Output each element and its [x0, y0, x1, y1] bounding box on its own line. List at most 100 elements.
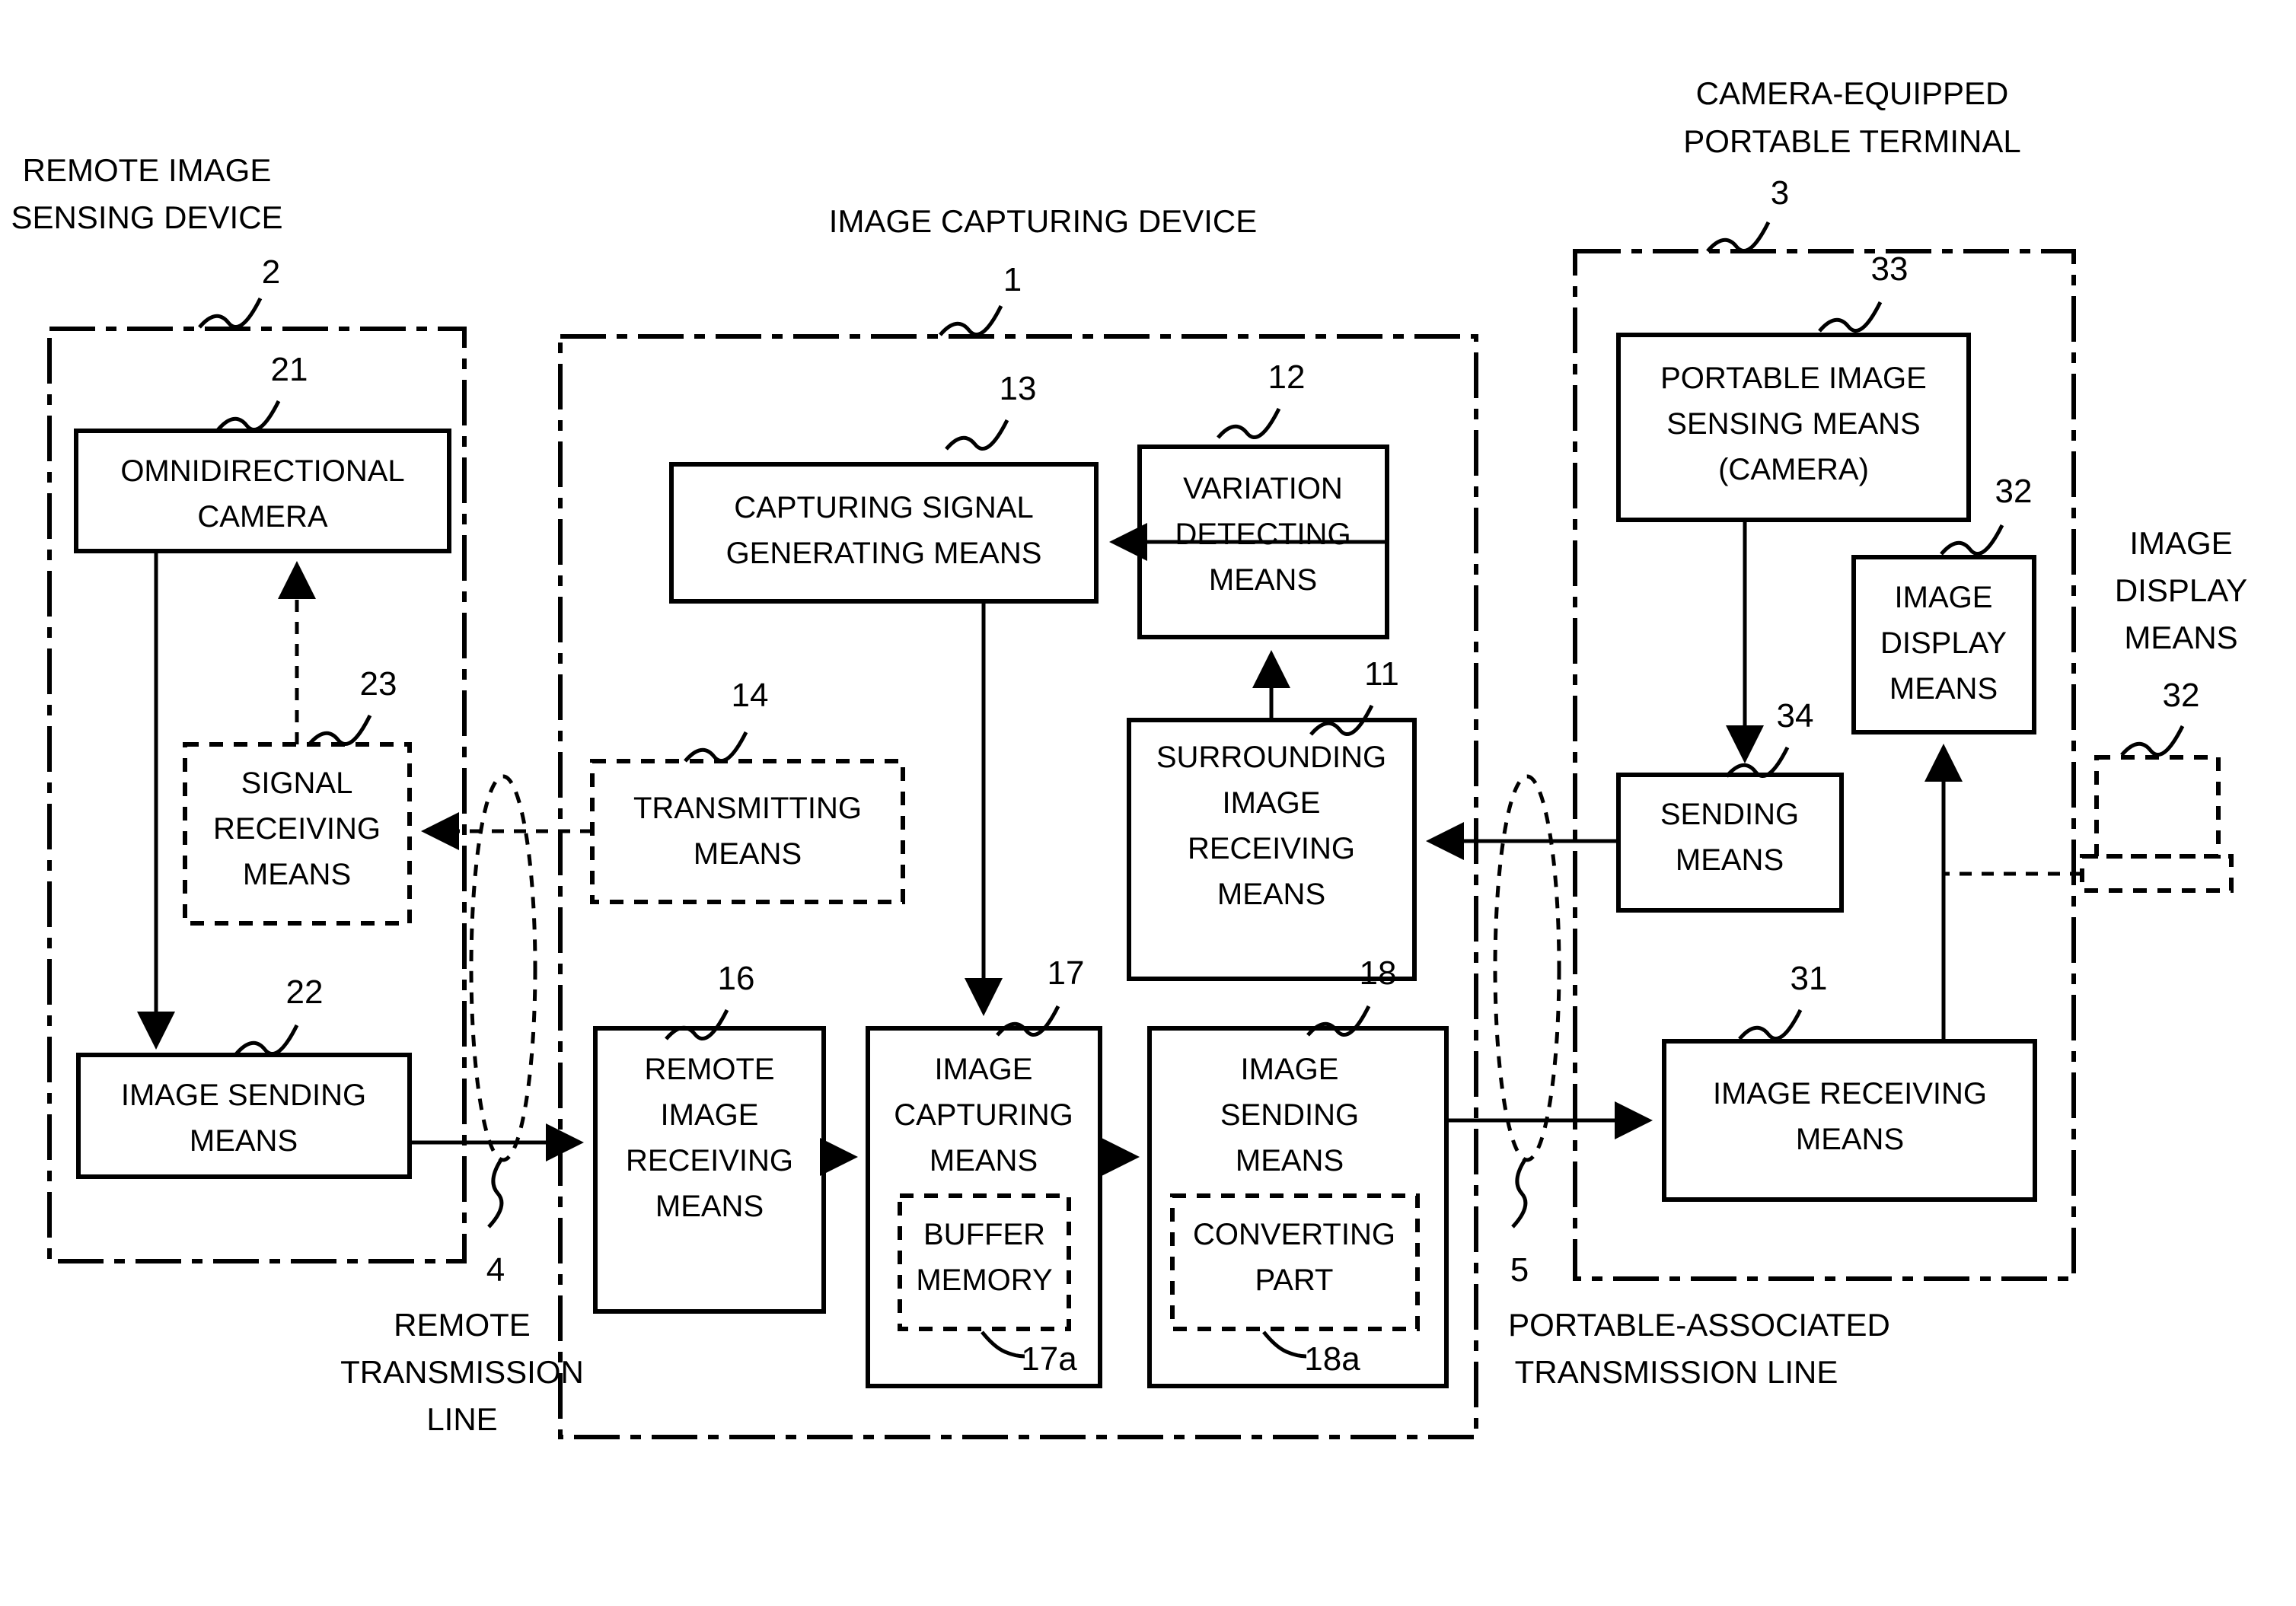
- block-label-11-line1: SURROUNDING: [1156, 741, 1386, 774]
- block-box-17a[interactable]: [898, 1193, 1071, 1331]
- leader-line-18a: [1262, 1330, 1307, 1359]
- leader-line-34: [1725, 746, 1790, 778]
- block-label-32-line2: DISPLAY: [1880, 626, 2007, 660]
- ref-number-31: 31: [1791, 960, 1828, 997]
- ref-number-14: 14: [732, 677, 769, 714]
- external-label-line3: MEANS: [2124, 620, 2237, 655]
- group-title-capture: IMAGE CAPTURING DEVICE: [829, 203, 1257, 239]
- ref-number-12: 12: [1268, 358, 1306, 396]
- block-label-17a-line1: BUFFER: [923, 1218, 1045, 1251]
- block-label-13-line1: CAPTURING SIGNAL: [734, 491, 1033, 524]
- leader-line-32-external: [2120, 725, 2185, 757]
- block-box-34[interactable]: [1616, 773, 1844, 913]
- block-image-sending-means-18[interactable]: 18 IMAGE SENDING MEANS CONVERTING PART 1…: [1147, 954, 1449, 1388]
- block-label-14-line2: MEANS: [694, 837, 802, 871]
- block-capturing-signal-generating-means[interactable]: 13 CAPTURING SIGNAL GENERATING MEANS: [669, 370, 1099, 604]
- leader-line-18: [1306, 1005, 1371, 1037]
- block-label-11-line2: IMAGE: [1223, 786, 1321, 820]
- block-image-sending-means-22[interactable]: 22 IMAGE SENDING MEANS: [76, 973, 412, 1179]
- ref-number-21: 21: [271, 351, 308, 388]
- ref-number-16: 16: [718, 960, 755, 997]
- leader-line-16: [665, 1009, 729, 1040]
- leader-line-22: [234, 1024, 299, 1056]
- monitor-base-icon: [2080, 854, 2234, 893]
- block-label-11-line3: RECEIVING: [1188, 832, 1355, 865]
- block-box-18a[interactable]: [1170, 1193, 1420, 1331]
- block-label-32-line3: MEANS: [1889, 672, 1998, 706]
- block-portable-image-sensing-means[interactable]: 33 PORTABLE IMAGE SENSING MEANS (CAMERA): [1616, 250, 1971, 522]
- ref-number-17: 17: [1048, 954, 1085, 992]
- ref-number-3: 3: [1771, 174, 1789, 212]
- block-label-17-line2: CAPTURING: [894, 1098, 1073, 1132]
- group-title-remote-line2: SENSING DEVICE: [11, 199, 282, 235]
- block-remote-image-receiving-means[interactable]: 16 REMOTE IMAGE RECEIVING MEANS: [593, 960, 826, 1314]
- block-label-12-line1: VARIATION: [1183, 472, 1343, 505]
- block-box-22[interactable]: [76, 1053, 412, 1179]
- leader-line-13: [945, 419, 1009, 451]
- block-label-33-line1: PORTABLE IMAGE: [1660, 362, 1927, 395]
- leader-line-5: [1511, 1158, 1528, 1228]
- block-label-21-line2: CAMERA: [197, 500, 327, 534]
- block-label-32-line1: IMAGE: [1895, 581, 1993, 614]
- block-label-13-line2: GENERATING MEANS: [726, 537, 1042, 570]
- block-label-18a-line2: PART: [1255, 1263, 1334, 1297]
- block-omnidirectional-camera[interactable]: 21 OMNIDIRECTIONAL CAMERA: [74, 351, 451, 553]
- block-label-18-line3: MEANS: [1236, 1144, 1344, 1177]
- block-label-17a-line2: MEMORY: [916, 1263, 1052, 1297]
- block-label-14-line1: TRANSMITTING: [633, 792, 862, 825]
- block-variation-detecting-means[interactable]: 12 VARIATION DETECTING MEANS: [1137, 358, 1389, 639]
- leader-line-17a: [981, 1330, 1025, 1359]
- figure-svg: REMOTE IMAGE SENSING DEVICE 2 21 OMNIDIR…: [11, 75, 2247, 1439]
- leader-line-2: [198, 297, 263, 329]
- group-title-portable-line1: CAMERA-EQUIPPED: [1696, 75, 2009, 111]
- ref-number-32-inner: 32: [1995, 473, 2033, 510]
- block-label-11-line4: MEANS: [1217, 878, 1325, 911]
- leader-line-1: [939, 304, 1003, 336]
- block-transmitting-means[interactable]: 14 TRANSMITTING MEANS: [590, 677, 905, 904]
- leader-line-21: [216, 400, 281, 432]
- ref-number-2: 2: [262, 253, 280, 291]
- block-label-18-line2: SENDING: [1220, 1098, 1359, 1132]
- block-signal-receiving-means[interactable]: 23 SIGNAL RECEIVING MEANS: [183, 665, 412, 926]
- transmission-label-4-line1: REMOTE: [394, 1307, 531, 1343]
- block-label-17-line1: IMAGE: [935, 1053, 1033, 1086]
- block-label-16-line1: REMOTE: [644, 1053, 774, 1086]
- transmission-label-4-line2: TRANSMISSION: [340, 1354, 584, 1390]
- block-label-18-line1: IMAGE: [1241, 1053, 1339, 1086]
- transmission-label-5-line1: PORTABLE-ASSOCIATED: [1508, 1307, 1890, 1343]
- block-sending-means[interactable]: 34 SENDING MEANS: [1616, 697, 1844, 913]
- block-image-display-means-32[interactable]: 32 IMAGE DISPLAY MEANS: [1851, 473, 2036, 734]
- external-label-line1: IMAGE: [2129, 525, 2232, 561]
- ref-number-17a: 17a: [1021, 1340, 1077, 1378]
- transmission-label-5-line2: TRANSMISSION LINE: [1515, 1354, 1838, 1390]
- ref-number-1: 1: [1003, 261, 1022, 298]
- block-box-14[interactable]: [590, 759, 905, 904]
- block-label-18a-line1: CONVERTING: [1193, 1218, 1395, 1251]
- external-label-line2: DISPLAY: [2115, 572, 2247, 608]
- block-image-capturing-means[interactable]: 17 IMAGE CAPTURING MEANS BUFFER MEMORY 1…: [866, 954, 1102, 1388]
- leader-line-32-inner: [1940, 524, 2004, 556]
- block-box-31[interactable]: [1662, 1039, 2037, 1202]
- ref-number-34: 34: [1777, 697, 1814, 734]
- block-label-34-line2: MEANS: [1676, 843, 1784, 877]
- leader-line-31: [1738, 1009, 1803, 1040]
- block-box-13[interactable]: [669, 462, 1099, 604]
- patent-figure-canvas: REMOTE IMAGE SENSING DEVICE 2 21 OMNIDIR…: [0, 0, 2296, 1606]
- block-label-16-line3: RECEIVING: [626, 1144, 793, 1177]
- block-label-12-line3: MEANS: [1209, 563, 1317, 597]
- ref-number-11: 11: [1364, 655, 1399, 693]
- leader-line-12: [1217, 407, 1281, 439]
- block-label-31-line1: IMAGE RECEIVING: [1713, 1077, 1987, 1110]
- leader-line-3: [1706, 221, 1771, 253]
- block-label-22-line1: IMAGE SENDING: [121, 1079, 366, 1112]
- ref-number-32-external: 32: [2163, 677, 2200, 714]
- block-image-receiving-means[interactable]: 31 IMAGE RECEIVING MEANS: [1662, 960, 2037, 1202]
- block-label-12-line2: DETECTING: [1175, 518, 1350, 551]
- block-label-17-line3: MEANS: [930, 1144, 1038, 1177]
- leader-line-4: [487, 1158, 504, 1228]
- ref-number-18a: 18a: [1304, 1340, 1360, 1378]
- block-label-33-line2: SENSING MEANS: [1666, 407, 1920, 441]
- ref-number-13: 13: [1000, 370, 1037, 407]
- block-label-16-line4: MEANS: [655, 1190, 764, 1223]
- ref-number-33: 33: [1871, 250, 1909, 288]
